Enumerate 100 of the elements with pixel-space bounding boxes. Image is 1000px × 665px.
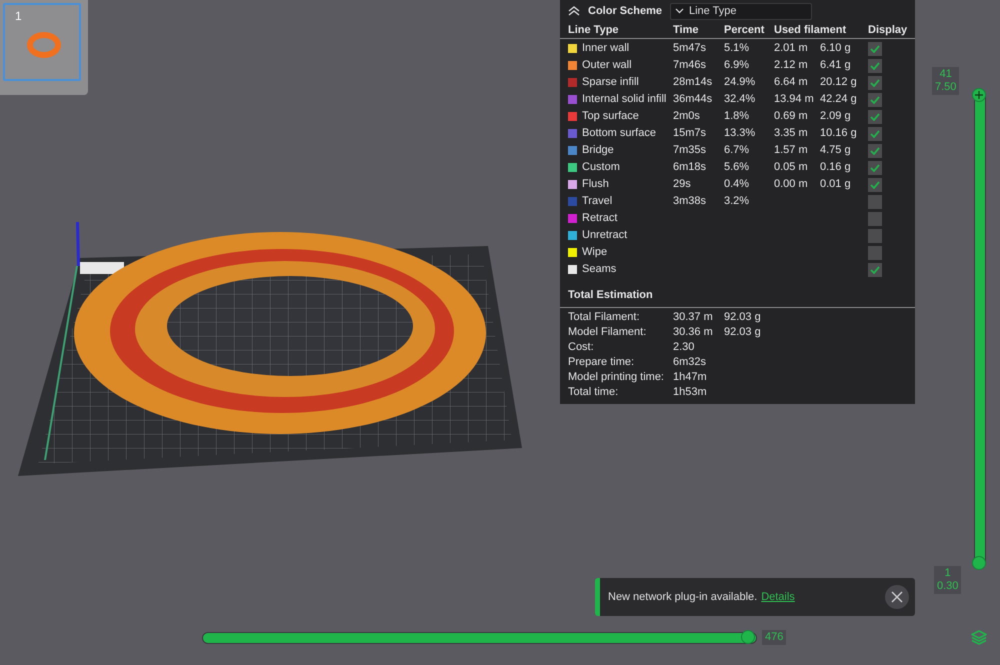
column-header: Percent [724, 23, 766, 38]
total-value: 1h53m [673, 384, 708, 400]
table-cell-text: 0.69 m [774, 109, 809, 124]
display-checkbox[interactable] [868, 246, 882, 260]
column-header: Display [868, 23, 908, 38]
line-type-name: Internal solid infill [582, 92, 668, 108]
table-cell-text: 0.4% [724, 177, 750, 192]
layer-label: 41 7.50 [932, 67, 960, 95]
table-cell-text: 15m7s [673, 126, 708, 142]
display-checkbox[interactable] [868, 76, 882, 90]
display-checkbox[interactable] [868, 126, 882, 140]
total-value: 92.03 g [724, 310, 762, 324]
table-cell-text: 2.12 m [774, 58, 809, 74]
display-checkbox[interactable] [868, 92, 882, 106]
line-type-name: Bottom surface [582, 126, 657, 142]
table-cell-text: 32.4% [724, 92, 756, 108]
table-cell-text: 6.41 g [820, 58, 852, 74]
table-cell-text: 7m35s [673, 143, 708, 158]
total-value: 2.30 [673, 340, 696, 354]
table-cell-text: 3.35 m [774, 126, 809, 142]
table-cell-text: 24.9% [724, 75, 756, 90]
line-type-name: Seams [582, 262, 618, 278]
table-cell-text: 5.6% [724, 160, 750, 176]
table-cell-text: 13.94 m [774, 92, 815, 108]
ring-icon [27, 32, 61, 58]
table-cell-text: 29s [673, 177, 692, 192]
display-checkbox[interactable] [868, 212, 882, 226]
table-cell-text: 36m44s [673, 92, 714, 108]
table-cell-text: 20.12 g [820, 75, 858, 90]
column-header: Line Type [568, 23, 620, 38]
move-label: 476 [762, 630, 786, 645]
table-cell-text: 0.16 g [820, 160, 852, 176]
display-checkbox[interactable] [868, 42, 882, 56]
total-value: 30.37 m [673, 310, 714, 324]
table-cell-text: 1.8% [724, 109, 750, 124]
total-value: 1h47m [673, 370, 708, 384]
table-cell-text: 2m0s [673, 109, 701, 124]
total-label: Prepare time: [568, 354, 636, 370]
table-cell-text: 0.00 m [774, 177, 809, 192]
total-label: Total Filament: [568, 310, 641, 324]
table-cell-text: 0.01 g [820, 177, 852, 192]
table-cell-text: 42.24 g [820, 92, 858, 108]
display-checkbox[interactable] [868, 178, 882, 192]
close-button[interactable] [885, 585, 909, 609]
table-cell-text: 1.57 m [774, 143, 809, 158]
line-type-name: Retract [582, 211, 618, 226]
collapse-icon[interactable] [568, 6, 580, 16]
table-cell-text: 2.01 m [774, 41, 809, 56]
line-type-name: Travel [582, 194, 614, 210]
details-link[interactable]: Details [761, 588, 795, 606]
total-label: Model Filament: [568, 324, 648, 340]
plate-number: 1 [15, 9, 22, 23]
display-checkbox[interactable] [868, 228, 882, 242]
table-cell-text: 5.1% [724, 41, 750, 56]
table-cell-text: 6m18s [673, 160, 708, 176]
table-cell-text: 10.16 g [820, 126, 858, 142]
table-cell-text: 6.64 m [774, 75, 809, 90]
display-checkbox[interactable] [868, 58, 882, 72]
check-icon [870, 266, 880, 274]
line-type-name: Wipe [582, 245, 608, 260]
notification-text: New network plug-in available. [608, 590, 758, 605]
table-cell-text: 3m38s [673, 194, 708, 210]
total-value: 6m32s [673, 354, 708, 370]
layer-label: 1 0.30 [934, 566, 962, 594]
line-type-name: Bridge [582, 143, 615, 158]
line-type-name: Flush [582, 177, 610, 192]
slider-handle[interactable] [972, 556, 986, 570]
panel-title: Color Scheme [588, 4, 662, 19]
table-cell-text: 6.10 g [820, 41, 852, 56]
line-type-name: Sparse infill [582, 75, 640, 90]
line-type-name: Top surface [582, 109, 640, 124]
table-cell-text: 3.2% [724, 194, 750, 210]
caret-icon [674, 8, 684, 14]
slider-handle[interactable] [741, 630, 755, 644]
table-cell-text: 6.9% [724, 58, 750, 74]
plate-thumbnail[interactable]: 1 [3, 3, 81, 81]
line-type-name: Unretract [582, 228, 628, 244]
table-cell-text: 28m14s [673, 75, 714, 90]
plus-icon [973, 89, 985, 101]
layers-icon[interactable] [971, 630, 987, 646]
section-title: Total Estimation [560, 278, 915, 308]
column-header: Time [673, 23, 700, 38]
color-scheme-dropdown[interactable]: Line Type [670, 2, 812, 20]
display-checkbox[interactable] [868, 160, 882, 174]
display-checkbox[interactable] [868, 194, 882, 208]
table-cell-text: 6.7% [724, 143, 750, 158]
total-label: Cost: [568, 340, 595, 354]
total-label: Model printing time: [568, 370, 665, 384]
total-label: Total time: [568, 384, 620, 400]
display-checkbox[interactable] [868, 262, 882, 276]
column-header: Used filament [774, 23, 848, 38]
display-checkbox[interactable] [868, 144, 882, 158]
line-type-name: Custom [582, 160, 621, 176]
table-cell-text: 13.3% [724, 126, 756, 142]
table-cell-text: 4.75 g [820, 143, 852, 158]
table-cell-text: 0.05 m [774, 160, 809, 176]
display-checkbox[interactable] [868, 110, 882, 124]
table-cell-text: 2.09 g [820, 109, 852, 124]
total-value: 92.03 g [724, 324, 762, 340]
slider-handle[interactable] [972, 88, 986, 102]
